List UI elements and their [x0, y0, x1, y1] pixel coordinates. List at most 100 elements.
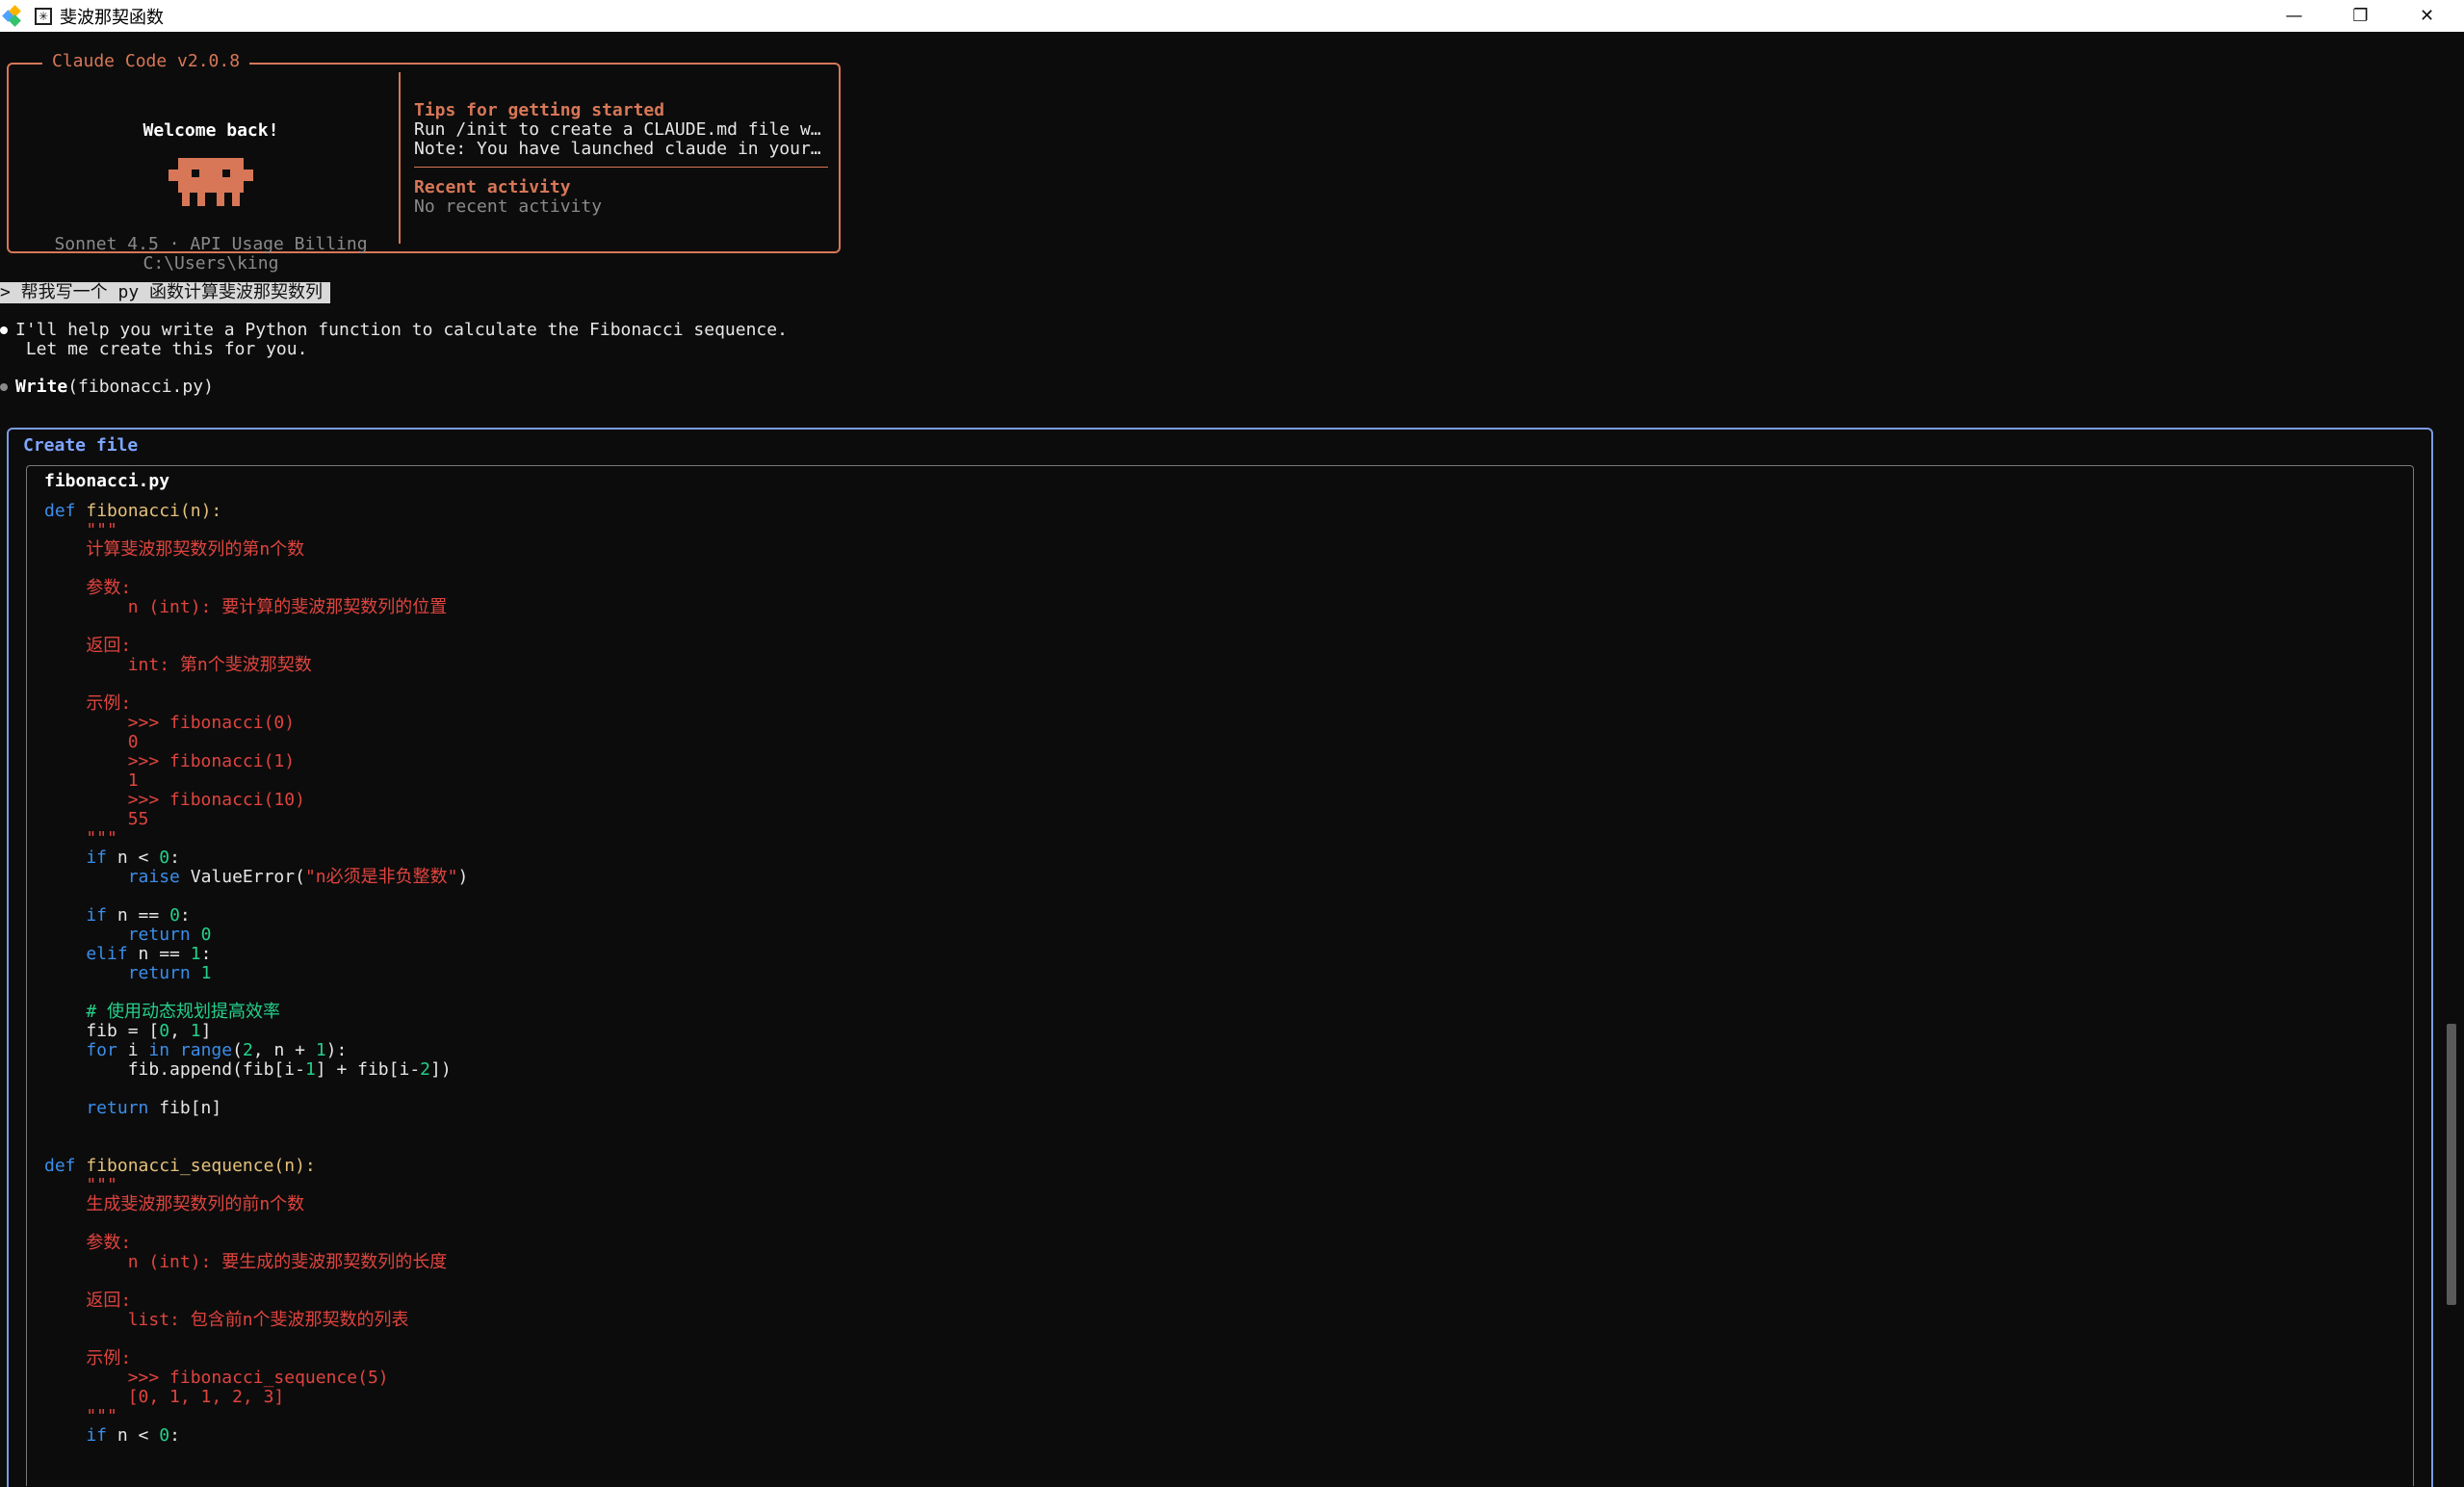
- code-token: 55: [44, 809, 149, 829]
- code-line: >>> fibonacci(10): [44, 791, 468, 810]
- code-line: return fib[n]: [44, 1099, 468, 1118]
- code-line: >>> fibonacci(1): [44, 752, 468, 771]
- code-token: >>> fibonacci(10): [44, 790, 305, 810]
- restore-button[interactable]: ❐: [2327, 0, 2394, 32]
- minimize-button[interactable]: —: [2261, 0, 2327, 32]
- welcome-greeting: Welcome back!: [143, 120, 279, 141]
- welcome-panel: Claude Code v2.0.8 Welcome back! Sonnet …: [7, 52, 841, 274]
- code-token: elif: [44, 944, 128, 964]
- code-line: 参数:: [44, 1234, 468, 1253]
- current-directory: C:\Users\king: [143, 253, 279, 274]
- code-line: if n < 0:: [44, 848, 468, 868]
- code-line: 0: [44, 733, 468, 752]
- code-line: def fibonacci(n):: [44, 502, 468, 521]
- code-token: 1: [200, 963, 212, 983]
- code-token: 示例:: [44, 1348, 132, 1369]
- code-token: >>> fibonacci(0): [44, 713, 296, 733]
- code-token: """: [44, 520, 117, 540]
- code-token: if: [44, 848, 108, 868]
- model-info: Sonnet 4.5 · API Usage Billing: [54, 234, 368, 254]
- file-name: fibonacci.py: [44, 471, 170, 491]
- tool-bullet-icon: [0, 383, 8, 391]
- tips-title: Tips for getting started: [414, 100, 665, 120]
- version-label: Claude Code v2.0.8: [42, 52, 250, 71]
- close-button[interactable]: ✕: [2394, 0, 2460, 32]
- tool-args: (fibonacci.py): [67, 377, 214, 397]
- code-line: 示例:: [44, 694, 468, 714]
- code-token: """: [44, 1175, 117, 1195]
- code-token: # 使用动态规划提高效率: [44, 1002, 281, 1022]
- code-line: 1: [44, 771, 468, 791]
- code-token: 2: [242, 1040, 253, 1060]
- code-line: """: [44, 1407, 468, 1426]
- welcome-divider: [399, 72, 401, 244]
- code-token: ValueError(: [179, 867, 305, 887]
- code-line: list: 包含前n个斐波那契数的列表: [44, 1311, 468, 1330]
- code-token: ,: [169, 1021, 191, 1041]
- code-line: fib.append(fib[i-1] + fib[i-2]): [44, 1060, 468, 1080]
- code-token: n <: [107, 1425, 160, 1446]
- code-line: raise ValueError("n必须是非负整数"): [44, 867, 469, 887]
- code-token: 0: [44, 732, 139, 752]
- code-token: 示例:: [44, 693, 132, 714]
- code-token: i: [117, 1040, 149, 1060]
- code-token: 返回:: [44, 1291, 132, 1311]
- code-line: for i in range(2, n + 1):: [44, 1041, 468, 1060]
- code-line: # 使用动态规划提高效率: [44, 1003, 468, 1022]
- code-token: 1: [304, 1059, 316, 1080]
- code-line: 返回:: [44, 1291, 468, 1311]
- code-line: 55: [44, 810, 468, 829]
- code-token: "n必须是非负整数": [304, 867, 458, 887]
- code-token: return: [44, 1098, 149, 1118]
- code-token: 1: [315, 1040, 326, 1060]
- code-token: n <: [107, 848, 160, 868]
- code-block: def fibonacci(n): """ 计算斐波那契数列的第n个数 参数: …: [44, 502, 468, 1446]
- user-prompt: > 帮我写一个 py 函数计算斐波那契数列: [0, 282, 331, 303]
- message-bullet-icon: [0, 326, 8, 334]
- code-token: , n +: [252, 1040, 316, 1060]
- code-token: list: 包含前n个斐波那契数的列表: [44, 1310, 409, 1330]
- code-token: 0: [200, 925, 212, 945]
- terminal-output[interactable]: Claude Code v2.0.8 Welcome back! Sonnet …: [0, 32, 2442, 1487]
- title-bar: ✳ 斐波那契函数 — ❐ ✕: [0, 0, 2464, 32]
- code-token: :: [179, 905, 191, 926]
- vertical-scrollbar[interactable]: [2442, 32, 2464, 1468]
- code-token: 生成斐波那契数列的前n个数: [44, 1194, 305, 1214]
- tab-icon: ✳: [35, 7, 52, 25]
- code-token: return: [44, 925, 201, 945]
- code-token: return: [44, 963, 201, 983]
- recent-activity-title: Recent activity: [414, 177, 571, 197]
- code-line: 示例:: [44, 1349, 468, 1369]
- code-line: def fibonacci_sequence(n):: [44, 1157, 468, 1176]
- code-token: n ==: [107, 905, 170, 926]
- code-token: ):: [325, 1040, 348, 1060]
- code-token: n ==: [127, 944, 191, 964]
- code-token: [0, 1, 1, 2, 3]: [44, 1387, 285, 1407]
- code-token: """: [44, 828, 117, 848]
- code-token: fib = [: [44, 1021, 160, 1041]
- scrollbar-thumb[interactable]: [2447, 1024, 2456, 1305]
- code-token: fibonacci_sequence(n):: [86, 1156, 316, 1176]
- code-token: ]): [430, 1059, 452, 1080]
- code-token: in: [148, 1040, 170, 1060]
- code-token: 参数:: [44, 1233, 132, 1253]
- assistant-line-2: Let me create this for you.: [15, 339, 308, 359]
- code-token: >>> fibonacci(1): [44, 751, 296, 771]
- tips-separator: [414, 167, 828, 168]
- tool-call: Write(fibonacci.py): [0, 378, 214, 397]
- code-token: for: [44, 1040, 117, 1060]
- code-token: raise: [44, 867, 180, 887]
- code-line: 生成斐波那契数列的前n个数: [44, 1195, 468, 1214]
- code-token: fib[n]: [148, 1098, 222, 1118]
- code-token: n (int): 要生成的斐波那契数列的长度: [44, 1252, 448, 1272]
- code-token: n (int): 要计算的斐波那契数列的位置: [44, 597, 448, 617]
- code-token: int: 第n个斐波那契数: [44, 655, 312, 675]
- tips-line-1: Run /init to create a CLAUDE.md file w…: [414, 119, 821, 140]
